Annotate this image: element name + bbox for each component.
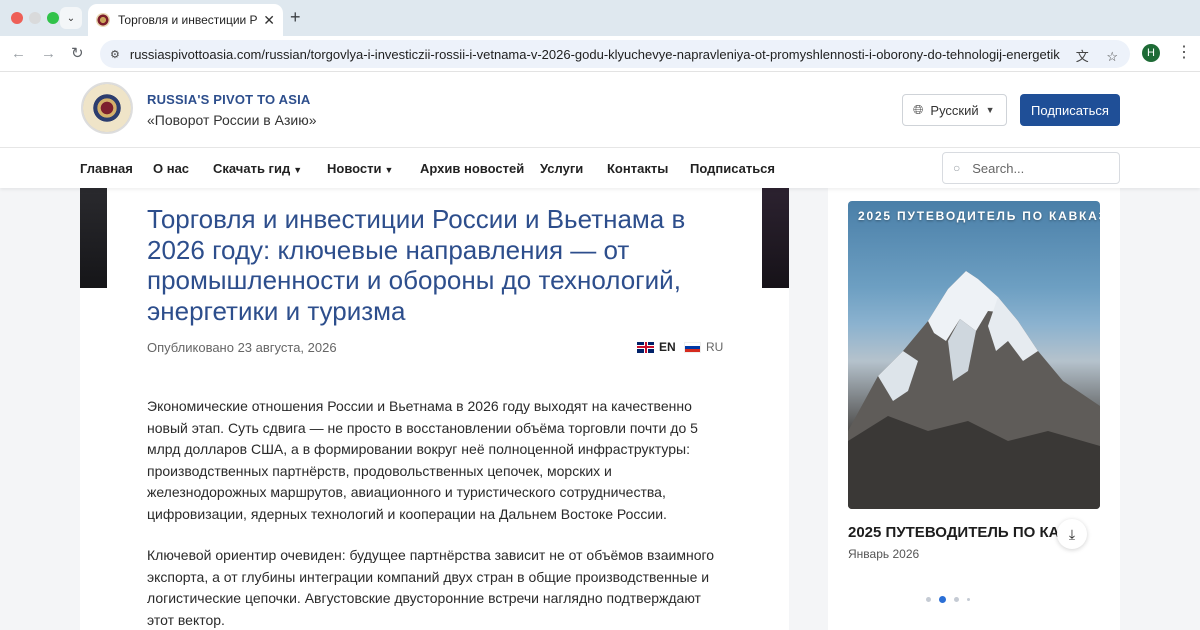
search-input[interactable] (972, 160, 1103, 176)
site-header: RUSSIA'S PIVOT TO ASIA «Поворот России в… (0, 72, 1200, 148)
main-nav: Главная О нас Скачать гид ▼ Новости ▼ Архи… (0, 148, 1200, 188)
guide-date: Январь 2026 (848, 547, 920, 561)
mountain-illustration (848, 271, 1100, 509)
window-maximize-button[interactable] (47, 12, 59, 24)
nav-item-home[interactable]: Главная (80, 161, 133, 176)
nav-item-download-guide[interactable]: Скачать гид ▼ (213, 161, 302, 176)
lang-switch-ru[interactable]: RU (684, 340, 723, 354)
address-bar[interactable]: ⚙ russiaspivottoasia.com/russian/torgovl… (100, 40, 1130, 68)
new-tab-button[interactable]: + (290, 8, 301, 26)
carousel-dot[interactable] (926, 597, 931, 602)
nav-item-news-archive[interactable]: Архив новостей (420, 161, 524, 176)
translate-icon[interactable]: 文 (1076, 49, 1089, 64)
brand-title[interactable]: RUSSIA'S PIVOT TO ASIA (147, 92, 311, 107)
tab-title: Торговля и инвестиции Росс (118, 13, 258, 27)
carousel-dot-active[interactable] (939, 596, 946, 603)
download-button[interactable]: ⤓ (1057, 519, 1087, 549)
guide-title[interactable]: 2025 ПУТЕВОДИТЕЛЬ ПО КАВКАЗУ (848, 524, 1058, 541)
browser-tab-bar: ⌄ Торговля и инвестиции Росс ✕ + (0, 0, 1200, 36)
forward-arrow-icon[interactable]: → (41, 44, 56, 64)
carousel-dot[interactable] (967, 598, 970, 601)
browser-toolbar: ← → ↻ ⚙ russiaspivottoasia.com/russian/t… (0, 36, 1200, 72)
nav-item-subscribe[interactable]: Подписаться (690, 161, 775, 176)
site-settings-icon[interactable]: ⚙ (110, 48, 120, 61)
language-select-value: Русский (930, 102, 979, 118)
chevron-down-icon: ▼ (985, 105, 995, 115)
lang-switch-en[interactable]: EN (637, 340, 676, 354)
subscribe-button[interactable]: Подписаться (1020, 94, 1120, 126)
site-logo-icon[interactable] (81, 82, 133, 134)
tab-search-chevron-icon[interactable]: ⌄ (60, 7, 82, 29)
article-paragraph: Ключевой ориентир очевиден: будущее парт… (147, 547, 715, 628)
globe-icon: 🌐︎ (913, 102, 924, 117)
nav-item-about[interactable]: О нас (153, 161, 189, 176)
brand-subtitle: «Поворот России в Азию» (147, 112, 317, 128)
chevron-down-icon: ▼ (384, 165, 394, 175)
guide-cover-image[interactable]: 2025 ПУТЕВОДИТЕЛЬ ПО КАВКАЗУ (848, 201, 1100, 509)
window-close-button[interactable] (11, 12, 23, 24)
ru-flag-icon (684, 341, 701, 353)
article-title: Торговля и инвестиции России и Вьетнама … (147, 204, 686, 326)
uk-flag-icon (637, 341, 654, 353)
hero-image-edge-left (80, 188, 107, 288)
nav-item-services[interactable]: Услуги (540, 161, 583, 176)
lang-ru-label: RU (706, 340, 724, 354)
carousel-dot[interactable] (954, 597, 959, 602)
url-text[interactable]: russiaspivottoasia.com/russian/torgovlya… (130, 47, 1060, 62)
language-select[interactable]: 🌐︎ Русский ▼ (902, 94, 1007, 126)
lang-en-label: EN (659, 340, 676, 354)
guide-image-caption: 2025 ПУТЕВОДИТЕЛЬ ПО КАВКАЗУ (858, 209, 1100, 223)
window-minimize-button[interactable] (29, 12, 41, 24)
bookmark-star-icon[interactable]: ☆ (1106, 49, 1118, 64)
site-favicon-icon (96, 13, 110, 27)
reload-icon[interactable]: ↻ (71, 44, 84, 64)
published-date: Опубликовано 23 августа, 2026 (147, 340, 337, 355)
browser-menu-icon[interactable]: ⋮ (1176, 44, 1192, 62)
nav-item-news[interactable]: Новости ▼ (327, 161, 393, 176)
hero-image-edge-right (762, 188, 789, 288)
profile-avatar[interactable]: H (1142, 44, 1160, 62)
search-box[interactable]: ○ (942, 152, 1120, 184)
chevron-down-icon: ▼ (293, 165, 303, 175)
browser-tab[interactable]: Торговля и инвестиции Росс ✕ (88, 4, 283, 36)
back-arrow-icon[interactable]: ← (11, 44, 26, 64)
download-icon: ⤓ (1068, 525, 1076, 542)
article-paragraph: Экономические отношения России и Вьетнам… (147, 398, 698, 522)
carousel-dots (926, 596, 978, 603)
nav-item-contacts[interactable]: Контакты (607, 161, 668, 176)
close-tab-icon[interactable]: ✕ (263, 12, 275, 29)
search-icon: ○ (953, 161, 961, 175)
